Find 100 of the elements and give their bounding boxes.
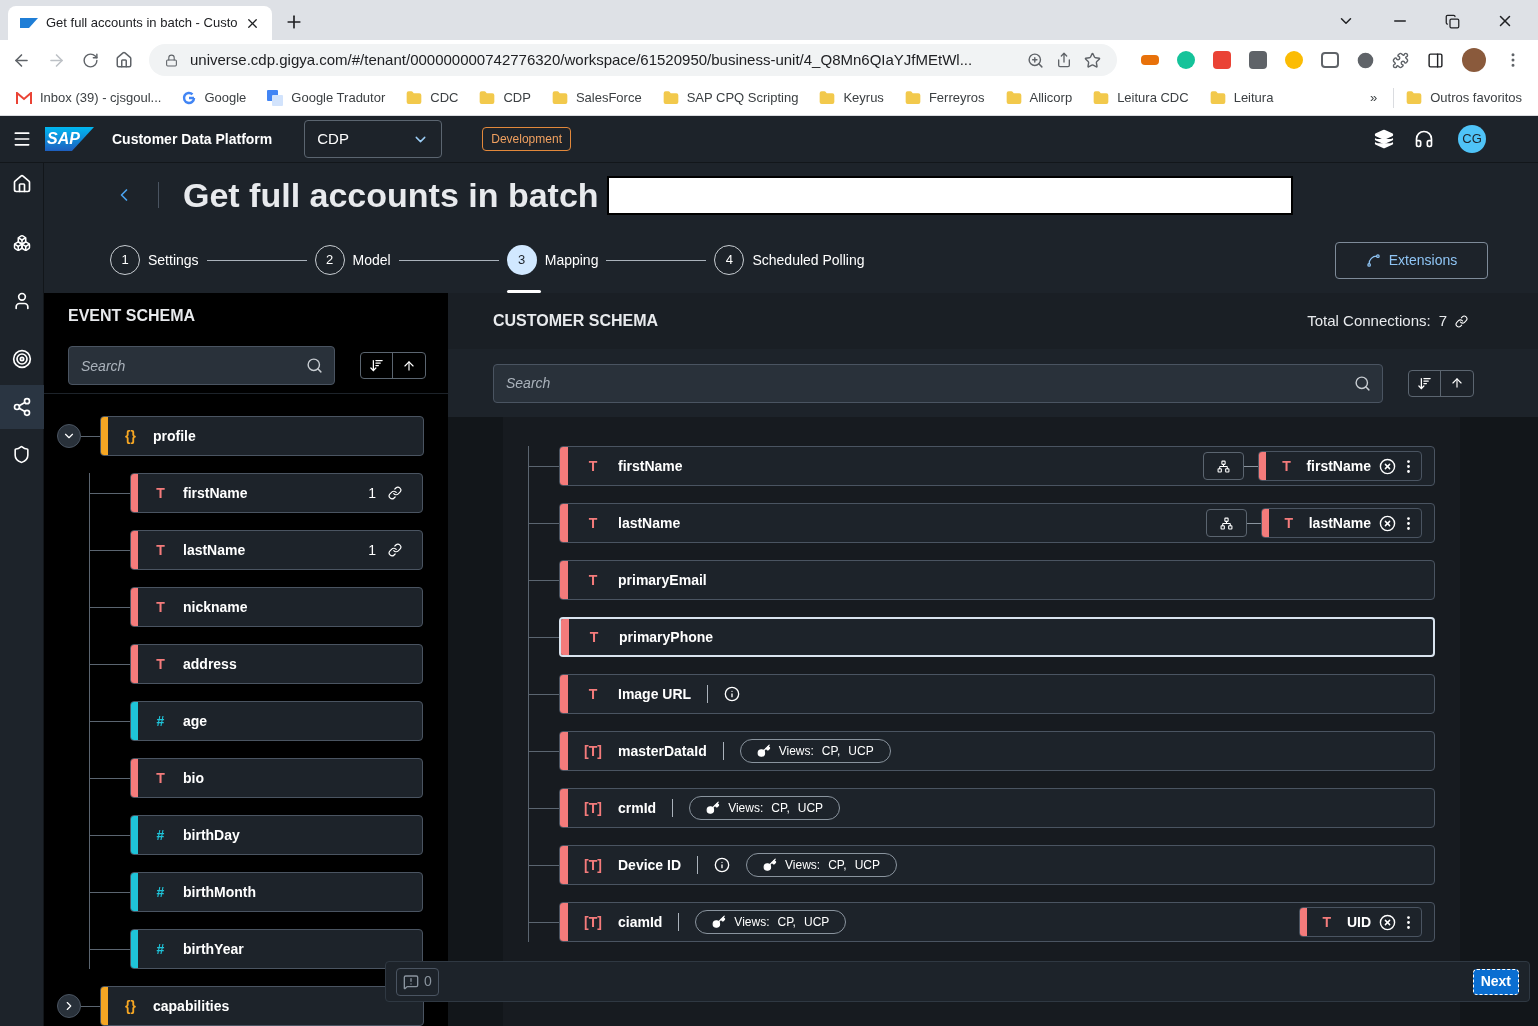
star-icon[interactable] bbox=[1084, 51, 1101, 69]
collapse-toggle[interactable] bbox=[57, 994, 81, 1018]
remove-icon[interactable] bbox=[1379, 514, 1396, 532]
type-glyph: {} bbox=[124, 426, 137, 446]
bookmark-link[interactable]: CDC bbox=[406, 87, 459, 108]
address-field[interactable]: universe.cdp.gigya.com/#/tenant/000000000742776320/workspace/61520950/business-unit/4_Q8Mn6QIaYJfMEtWl... bbox=[149, 44, 1117, 76]
type-color-bar bbox=[1261, 509, 1269, 537]
bookmark-link[interactable]: Ferreyros bbox=[904, 87, 985, 108]
field-name: birthMonth bbox=[183, 882, 258, 902]
type-glyph: T bbox=[587, 570, 599, 590]
nodes-icon[interactable] bbox=[12, 234, 31, 252]
schema-field-card[interactable]: # birthYear bbox=[130, 929, 423, 969]
views-label: Views: bbox=[734, 914, 770, 931]
connections-count: 7 bbox=[1438, 310, 1447, 331]
schema-field-card[interactable]: [T] crmId Views: CP, UCP bbox=[559, 788, 1435, 828]
reload-icon[interactable] bbox=[82, 51, 99, 69]
extension-icon[interactable] bbox=[1249, 51, 1267, 69]
bookmark-link[interactable]: CDP bbox=[479, 87, 531, 108]
menu-icon[interactable] bbox=[12, 129, 32, 149]
home-icon[interactable] bbox=[11, 174, 32, 194]
type-color-bar bbox=[131, 816, 138, 854]
side-panel-icon[interactable] bbox=[1427, 51, 1444, 69]
remove-icon[interactable] bbox=[1379, 913, 1396, 931]
schema-field-card[interactable]: T primaryEmail bbox=[559, 560, 1435, 600]
type-glyph: # bbox=[155, 711, 166, 731]
extensions-button[interactable]: Extensions bbox=[1335, 241, 1488, 279]
url-text: universe.cdp.gigya.com/#/tenant/000000000742776320/workspace/61520950/business-unit/4_Q8Mn6QIaYJfMEtWl... bbox=[190, 49, 974, 70]
extensions-icon[interactable] bbox=[1392, 51, 1409, 69]
restore-icon[interactable] bbox=[1445, 13, 1460, 29]
views-label: Views: bbox=[728, 800, 764, 817]
bookmark-link[interactable]: SalesForce bbox=[551, 87, 642, 108]
bookmark-link[interactable]: Leitura bbox=[1209, 87, 1274, 108]
type-color-bar bbox=[561, 619, 569, 655]
schema-field-card[interactable]: # age bbox=[130, 701, 423, 741]
wizard-step[interactable]: 2 Model bbox=[314, 227, 391, 293]
field-name: birthYear bbox=[183, 939, 245, 959]
extension-icon[interactable] bbox=[1357, 51, 1374, 69]
extension-icon[interactable] bbox=[1213, 51, 1231, 69]
user-avatar[interactable]: CG bbox=[1458, 125, 1486, 153]
link-icon bbox=[1455, 314, 1468, 328]
schema-field-card[interactable]: T address bbox=[130, 644, 423, 684]
overflow-chevron[interactable]: » bbox=[1370, 87, 1378, 108]
schema-field-card[interactable]: T firstName T firstName bbox=[559, 446, 1435, 486]
hierarchy-button[interactable] bbox=[1203, 452, 1245, 480]
target-icon[interactable] bbox=[11, 349, 32, 369]
mapped-field-chip[interactable]: T lastName bbox=[1260, 508, 1422, 538]
schema-field-card[interactable]: T lastName 1 bbox=[130, 530, 423, 570]
schema-field-card[interactable]: # birthMonth bbox=[130, 872, 423, 912]
schema-field-card[interactable]: # birthDay bbox=[130, 815, 423, 855]
wizard-step[interactable]: 1 Settings bbox=[110, 227, 199, 293]
messages-button[interactable]: 0 bbox=[396, 967, 439, 996]
wizard-step[interactable]: 4 Scheduled Polling bbox=[714, 227, 865, 293]
schema-field-card[interactable]: [T] ciamId Views: CP, UCP T UID bbox=[559, 902, 1435, 942]
schema-field-card[interactable]: T firstName 1 bbox=[130, 473, 423, 513]
mapped-field-chip[interactable]: T firstName bbox=[1258, 451, 1422, 481]
bookmark-link[interactable]: Allicorp bbox=[1005, 87, 1073, 108]
folder-icon bbox=[479, 89, 496, 106]
active-nav-item[interactable] bbox=[0, 385, 44, 429]
schema-field-card[interactable]: {} capabilities bbox=[100, 986, 424, 1026]
schema-field-card[interactable]: [T] masterDataId Views: CP, UCP bbox=[559, 731, 1435, 771]
type-glyph: {} bbox=[124, 996, 137, 1016]
extension-icon[interactable] bbox=[1141, 55, 1159, 65]
search-field[interactable]: Search bbox=[493, 363, 1383, 403]
hierarchy-button[interactable] bbox=[1205, 509, 1247, 537]
bookmark-link[interactable]: Outros favoritos bbox=[1406, 87, 1522, 108]
schema-field-card[interactable]: T bio bbox=[130, 758, 423, 798]
schema-field-card[interactable]: T Image URL bbox=[559, 674, 1435, 714]
shield-icon[interactable] bbox=[12, 445, 31, 464]
layers-icon[interactable] bbox=[1374, 129, 1394, 149]
page-title: Get full accounts in batch bbox=[183, 174, 599, 216]
zoom-icon[interactable] bbox=[1027, 51, 1044, 69]
home-icon[interactable] bbox=[115, 51, 133, 69]
type-glyph: T bbox=[588, 627, 600, 647]
info-icon[interactable] bbox=[714, 857, 731, 873]
info-icon[interactable] bbox=[724, 686, 741, 702]
bookmark-link[interactable]: Google Tradutor bbox=[267, 87, 386, 108]
collapse-toggle[interactable] bbox=[57, 424, 81, 448]
remove-icon[interactable] bbox=[1379, 457, 1396, 475]
schema-field-card[interactable]: {} profile bbox=[100, 416, 424, 456]
mapped-field-chip[interactable]: T UID bbox=[1298, 907, 1422, 937]
profile-avatar[interactable] bbox=[1462, 48, 1486, 72]
wizard-step[interactable]: 3 Mapping bbox=[506, 227, 599, 293]
bookmark-link[interactable]: Google bbox=[182, 87, 247, 108]
share-icon[interactable] bbox=[1056, 52, 1072, 68]
bookmark-link[interactable]: Keyrus bbox=[819, 87, 884, 108]
search-field[interactable]: Search bbox=[68, 346, 335, 386]
workspace-dropdown[interactable]: CDP bbox=[304, 120, 443, 158]
bookmark-link[interactable]: SAP CPQ Scripting bbox=[662, 87, 799, 108]
schema-field-card[interactable]: T nickname bbox=[130, 587, 423, 627]
next-button[interactable]: Next bbox=[1472, 968, 1519, 995]
schema-field-card[interactable]: T lastName T lastName bbox=[559, 503, 1435, 543]
type-glyph: # bbox=[155, 882, 166, 902]
schema-field-card[interactable]: [T] Device ID Views: CP, UCP bbox=[559, 845, 1435, 885]
type-color-bar bbox=[1259, 452, 1267, 480]
support-icon[interactable] bbox=[1414, 129, 1434, 149]
bookmark-link[interactable]: Inbox (39) - cjsgoul... bbox=[16, 87, 162, 108]
extension-icon[interactable] bbox=[1321, 52, 1339, 68]
schema-field-card[interactable]: T primaryPhone bbox=[559, 617, 1435, 657]
browser-tab[interactable]: Get full accounts in batch - Custo bbox=[8, 6, 273, 40]
bookmark-link[interactable]: Leitura CDC bbox=[1093, 87, 1189, 108]
